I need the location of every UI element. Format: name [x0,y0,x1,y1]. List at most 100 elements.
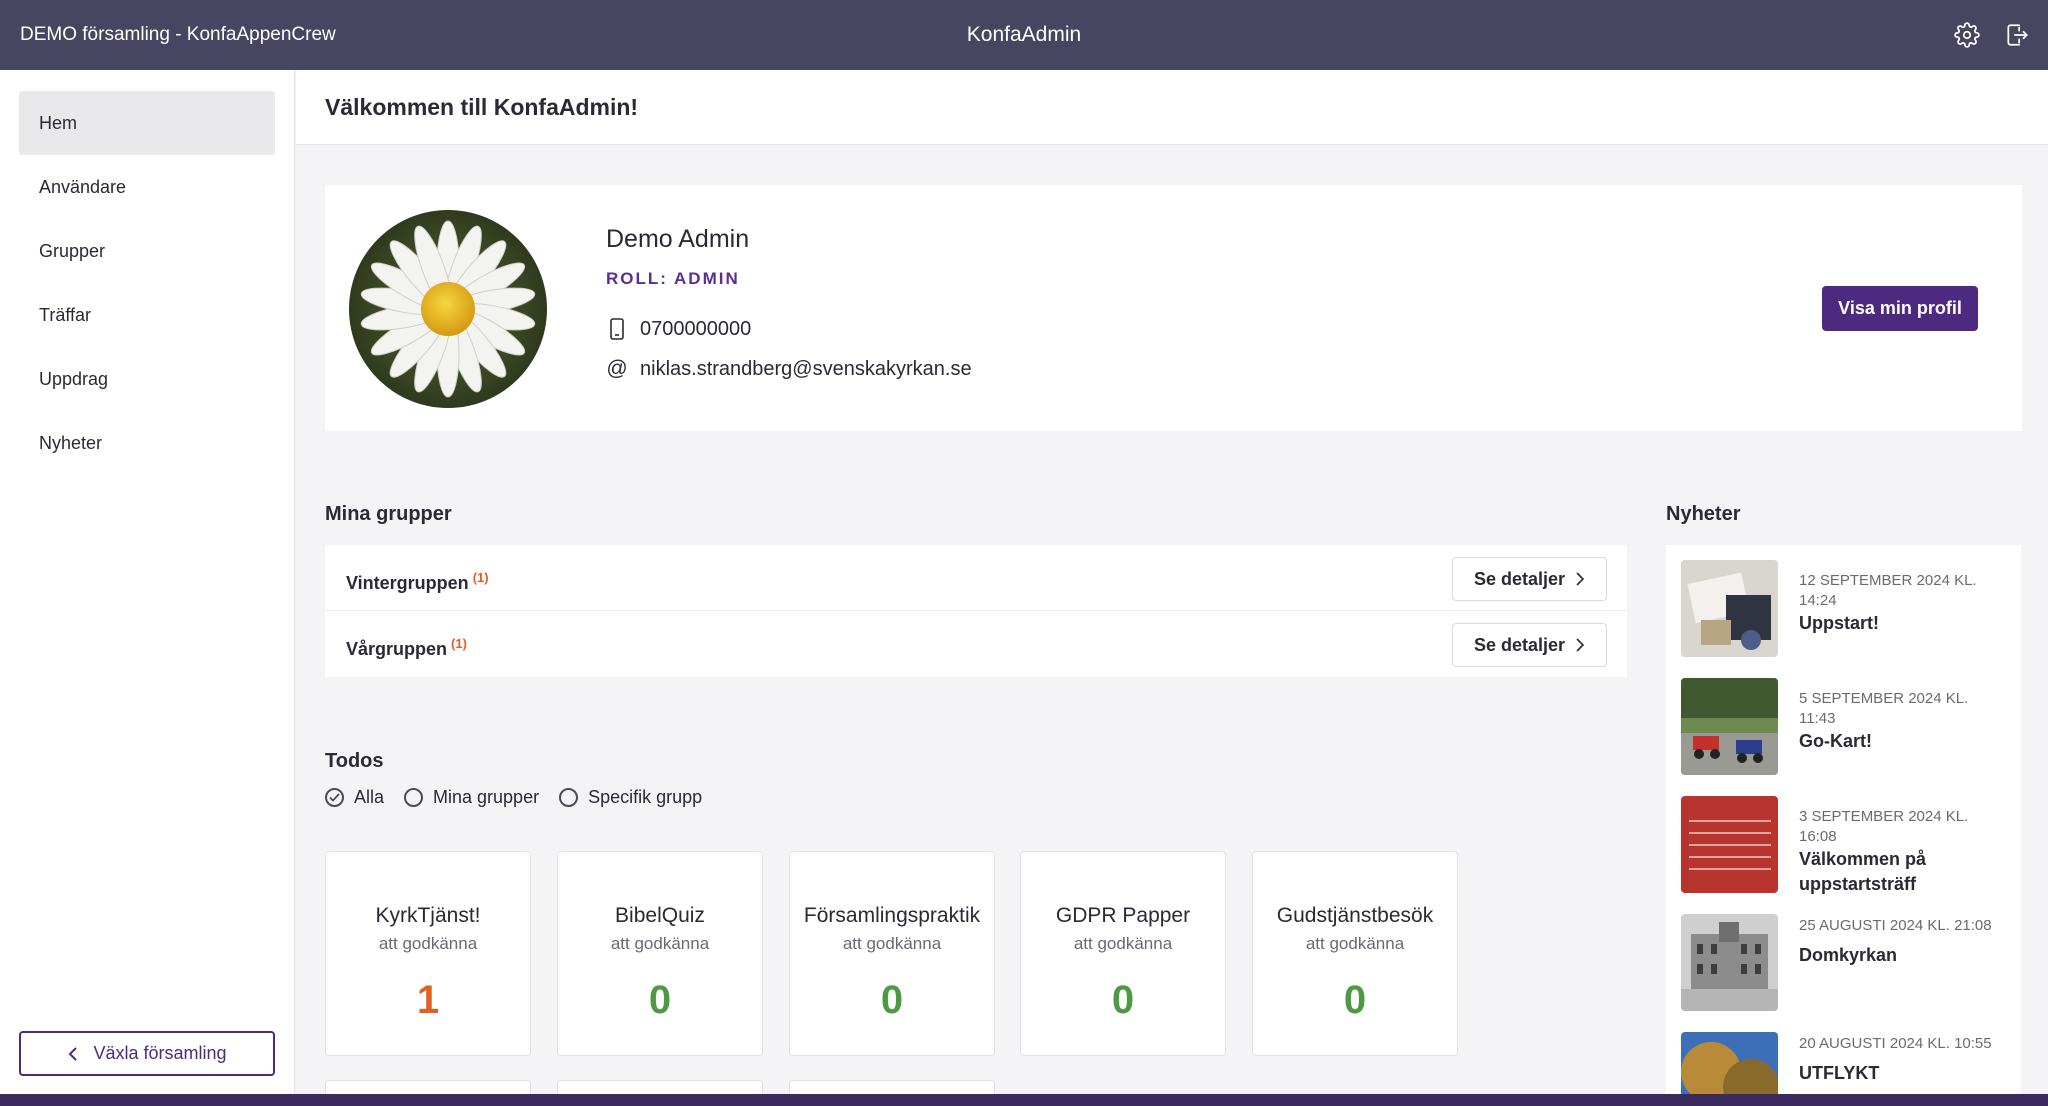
news-title: Nyheter [1666,503,1741,525]
todo-subtitle: att godkänna [378,934,478,953]
news-date: 20 AUGUSTI 2024 KL. 10:55 [1799,1035,1992,1052]
chevron-right-icon [1576,638,1585,652]
news-thumbnail [1681,1032,1778,1095]
news-item[interactable]: 3 SEPTEMBER 2024 KL. 16:08 Välkommen på … [1666,781,2021,899]
sidebar-item-traffar[interactable]: Träffar [19,283,275,347]
todo-count: 0 [1111,978,1135,1022]
filter-my-groups[interactable]: Mina grupper [404,787,539,808]
chevron-right-icon [1576,572,1585,586]
filter-all[interactable]: Alla [325,787,384,808]
group-name-wrap: Vintergruppen (1) [346,545,489,616]
todo-title: GDPR Papper [1055,904,1191,927]
todo-card[interactable]: BibelQuiz att godkänna 0 [557,851,763,1056]
radio-unchecked-icon [404,788,424,807]
phone-icon [610,318,624,340]
groups-title: Mina grupper [325,503,452,525]
news-list: 12 SEPTEMBER 2024 KL. 14:24 Uppstart! 5 … [1666,545,2021,1095]
group-name: Vårgruppen [346,639,448,659]
todo-title: KyrkTjänst! [375,904,481,927]
news-item-title: Domkyrkan [1799,945,1898,965]
news-item-title: Välkommen på uppstartsträff [1799,849,1927,894]
profile-email: niklas.strandberg@svenskakyrkan.se [640,357,972,380]
sidebar-item-hem[interactable]: Hem [19,91,275,155]
see-details-button[interactable]: Se detaljer [1452,557,1607,601]
profile-phone: 0700000000 [640,317,752,340]
todo-card[interactable]: GDPR Papper att godkänna 0 [1020,851,1226,1056]
todo-card[interactable]: Församlingspraktik att godkänna 0 [789,851,995,1056]
filter-specific-group[interactable]: Specifik grupp [559,787,702,808]
sidebar-item-anvandare[interactable]: Användare [19,155,275,219]
logout-icon [2007,24,2028,46]
todo-subtitle: att godkänna [842,934,942,953]
radio-unchecked-icon [559,788,579,807]
todo-filter: Alla Mina grupper Specifik grupp [325,787,722,808]
todo-count: 0 [1343,978,1367,1022]
sidebar: Hem Användare Grupper Träffar Uppdrag Ny… [0,70,295,1094]
filter-specific-group-label: Specifik grupp [588,787,703,807]
sidebar-item-uppdrag[interactable]: Uppdrag [19,347,275,411]
todo-count: 0 [880,978,904,1022]
news-item-title: Go-Kart! [1799,731,1872,751]
switch-parish-button[interactable]: Växla församling [19,1031,275,1076]
gear-icon [1954,22,1980,48]
todo-subtitle: att godkänna [1305,934,1405,953]
top-bar: DEMO församling - KonfaAppenCrew KonfaAd… [0,0,2048,70]
todo-subtitle: att godkänna [610,934,710,953]
todo-title: Församlingspraktik [803,904,981,927]
news-date: 5 SEPTEMBER 2024 KL. 11:43 [1799,690,1969,727]
switch-parish-label: Växla församling [93,1043,227,1063]
news-item[interactable]: 20 AUGUSTI 2024 KL. 10:55 UTFLYKT [1666,1017,2021,1095]
profile-name: Demo Admin [606,225,750,253]
view-profile-button[interactable]: Visa min profil [1822,286,1978,331]
profile-card: Demo Admin ROLL: ADMIN 0700000000 @ nikl… [325,185,2022,431]
todo-title: Gudstjänstbesök [1276,904,1434,927]
todo-card[interactable]: KyrkTjänst! att godkänna 1 [325,851,531,1056]
group-row: Vintergruppen (1) Se detaljer [325,545,1627,611]
todo-title: BibelQuiz [615,904,705,927]
todos-title: Todos [325,750,384,772]
group-count: (1) [451,636,467,651]
news-item[interactable]: 12 SEPTEMBER 2024 KL. 14:24 Uppstart! [1666,545,2021,663]
group-name-wrap: Vårgruppen (1) [346,611,467,682]
page-title: Välkommen till KonfaAdmin! [325,94,639,120]
profile-email-row: @ niklas.strandberg@svenskakyrkan.se [606,357,972,381]
profile-phone-row: 0700000000 [606,317,751,341]
filter-all-label: Alla [354,787,385,807]
news-thumbnail [1681,796,1778,893]
filter-my-groups-label: Mina grupper [433,787,540,807]
group-row: Vårgruppen (1) Se detaljer [325,611,1627,677]
news-item-title: UTFLYKT [1799,1063,1880,1083]
settings-button[interactable] [1949,17,1985,53]
logout-button[interactable] [1999,17,2035,53]
at-icon: @ [606,357,628,380]
organization-name: DEMO församling - KonfaAppenCrew [20,24,336,45]
see-details-label: Se detaljer [1473,634,1566,655]
sidebar-item-nyheter[interactable]: Nyheter [19,411,275,475]
todo-count: 1 [416,978,440,1022]
todo-subtitle: att godkänna [1073,934,1173,953]
radio-checked-icon [325,788,344,807]
see-details-button[interactable]: Se detaljer [1452,623,1607,667]
daisy-image [349,210,547,408]
news-thumbnail [1681,560,1778,657]
avatar [349,210,547,408]
news-item[interactable]: 5 SEPTEMBER 2024 KL. 11:43 Go-Kart! [1666,663,2021,781]
bottom-bar [0,1094,2048,1106]
news-date: 3 SEPTEMBER 2024 KL. 16:08 [1799,808,1969,845]
todo-card[interactable]: Gudstjänstbesök att godkänna 0 [1252,851,1458,1056]
news-date: 25 AUGUSTI 2024 KL. 21:08 [1799,917,1992,934]
todo-count: 0 [648,978,672,1022]
news-date: 12 SEPTEMBER 2024 KL. 14:24 [1799,572,1977,609]
news-item[interactable]: 25 AUGUSTI 2024 KL. 21:08 Domkyrkan [1666,899,2021,1017]
chevron-left-icon [69,1046,78,1061]
group-name: Vintergruppen [346,573,469,593]
page-header: Välkommen till KonfaAdmin! [296,70,2048,145]
sidebar-item-grupper[interactable]: Grupper [19,219,275,283]
groups-list: Vintergruppen (1) Se detaljer Vårgruppen(… [325,545,1627,677]
group-count: (1) [472,570,489,585]
news-thumbnail [1681,914,1778,1011]
see-details-label: Se detaljer [1473,568,1566,589]
news-thumbnail [1681,678,1778,775]
profile-role: ROLL: ADMIN [606,269,740,288]
news-item-title: Uppstart! [1799,613,1879,633]
